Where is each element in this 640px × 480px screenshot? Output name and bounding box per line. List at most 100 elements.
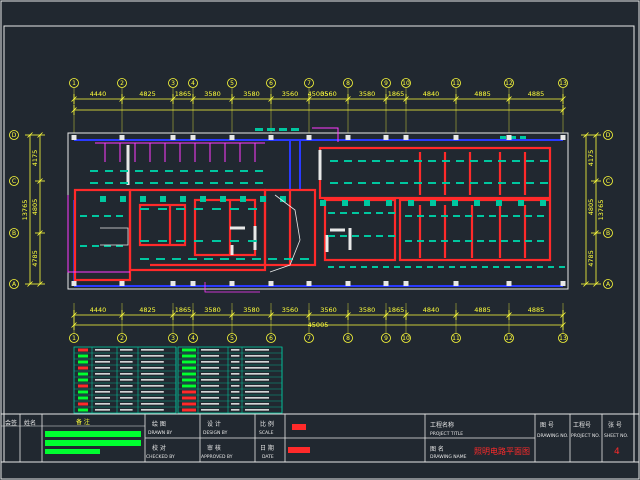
drawing-name: 照明电路平面图 (474, 446, 530, 456)
axis-bubble-col-12-bottom: 12 (504, 333, 514, 343)
legend-symbol (182, 408, 196, 412)
light-fixture (120, 196, 126, 202)
light-fixture (526, 160, 534, 162)
legend-cell-text (231, 355, 240, 357)
light-fixture (352, 212, 359, 214)
light-fixture (212, 208, 221, 210)
light-fixture (559, 266, 565, 268)
axis-bubble-row-C-right: C (603, 176, 613, 186)
light-fixture (513, 240, 520, 242)
axis-bubble-row-A-left: A (9, 279, 19, 289)
dim-top-span: 4825 (139, 90, 156, 98)
dim-left-span: 4175 (31, 150, 39, 167)
light-fixture (501, 240, 508, 242)
circuit-west-room (100, 227, 129, 246)
legend-cell-text (245, 403, 269, 405)
project-no-en: PROJECT NO. (571, 433, 600, 439)
svg-text:13: 13 (559, 335, 567, 342)
cad-drawing: 4440 4825 1865 3580 3580 3560 3560 3580 1865 4840… (0, 0, 640, 480)
legend-symbol (182, 396, 196, 400)
light-fixture (376, 235, 383, 237)
light-fixture (526, 182, 534, 184)
light-fixture (414, 160, 422, 162)
light-fixture (405, 266, 411, 268)
axis-bubble-col-7-top: 7 (304, 78, 314, 88)
legend-cell-text (201, 409, 219, 411)
axis-bubble-col-5-bottom: 5 (227, 333, 237, 343)
light-fixture (344, 182, 352, 184)
project-title-en: PROJECT TITLE (430, 431, 463, 437)
light-fixture (80, 245, 87, 247)
date-en: DATE (262, 454, 274, 460)
dim-bottom-span: 1865 (388, 306, 405, 314)
light-fixture (284, 258, 293, 260)
light-fixture (428, 160, 436, 162)
svg-text:5: 5 (230, 335, 234, 342)
circuit-west-loop (67, 195, 130, 273)
axis-bubble-col-13-bottom: 13 (558, 333, 568, 343)
light-fixture (291, 128, 299, 131)
legend-cell-text (141, 403, 164, 405)
legend-table-1 (73, 346, 177, 414)
svg-text:6: 6 (269, 335, 273, 342)
legend-cell-text (120, 355, 133, 357)
light-fixture (498, 160, 506, 162)
light-fixture (520, 136, 526, 139)
light-fixture (364, 212, 371, 214)
approved-by-cn: 审 核 (207, 444, 221, 452)
legend-cell-text (141, 385, 164, 387)
design-by-en: DESIGN BY (203, 430, 228, 436)
dim-bottom-span: 3580 (359, 306, 376, 314)
dim-top-span: 3560 (282, 90, 299, 98)
light-fixture (429, 240, 436, 242)
light-fixture (200, 196, 206, 202)
legend-cell-text (201, 403, 219, 405)
legend-symbol (182, 372, 196, 376)
legend-cell-text (245, 349, 269, 351)
column-south (229, 281, 235, 286)
light-fixture (484, 160, 492, 162)
remark-bar-2 (45, 440, 141, 446)
light-fixture (429, 215, 436, 217)
remark-bar-3 (45, 449, 100, 454)
light-fixture (383, 266, 389, 268)
legend-symbol (78, 378, 88, 382)
column-north (268, 135, 274, 140)
date-value-mark (288, 447, 310, 453)
light-fixture (526, 266, 532, 268)
light-fixture (328, 266, 334, 268)
light-fixture (518, 200, 524, 206)
axis-bubble-col-12-top: 12 (504, 78, 514, 88)
light-fixture (452, 200, 458, 206)
light-fixture (340, 235, 347, 237)
svg-text:D: D (12, 132, 17, 139)
light-fixture (477, 215, 484, 217)
svg-text:7: 7 (307, 80, 311, 87)
dim-right-span: 4175 (587, 150, 595, 167)
svg-text:D: D (606, 132, 611, 139)
light-fixture (512, 182, 520, 184)
legend-cell-text (231, 349, 240, 351)
axis-bubble-col-4-top: 4 (188, 78, 198, 88)
light-fixture (352, 235, 359, 237)
building-plan (67, 127, 569, 293)
svg-text:10: 10 (402, 80, 410, 87)
light-fixture (230, 240, 239, 242)
light-fixture (195, 182, 203, 184)
light-fixture (358, 160, 366, 162)
light-fixture (474, 200, 480, 206)
light-fixture (140, 240, 149, 242)
light-fixture (525, 215, 532, 217)
legend-cell-text (95, 373, 110, 375)
svg-text:C: C (12, 178, 16, 185)
light-fixture (364, 235, 371, 237)
project-no-cn: 工程号 (573, 421, 591, 429)
light-fixture (92, 215, 99, 217)
svg-text:8: 8 (346, 335, 350, 342)
scale-en: SCALE (259, 430, 274, 436)
column-south (453, 281, 459, 286)
wall-room (318, 146, 552, 200)
light-fixture (165, 182, 173, 184)
column-north (190, 135, 196, 140)
light-fixture (394, 266, 400, 268)
